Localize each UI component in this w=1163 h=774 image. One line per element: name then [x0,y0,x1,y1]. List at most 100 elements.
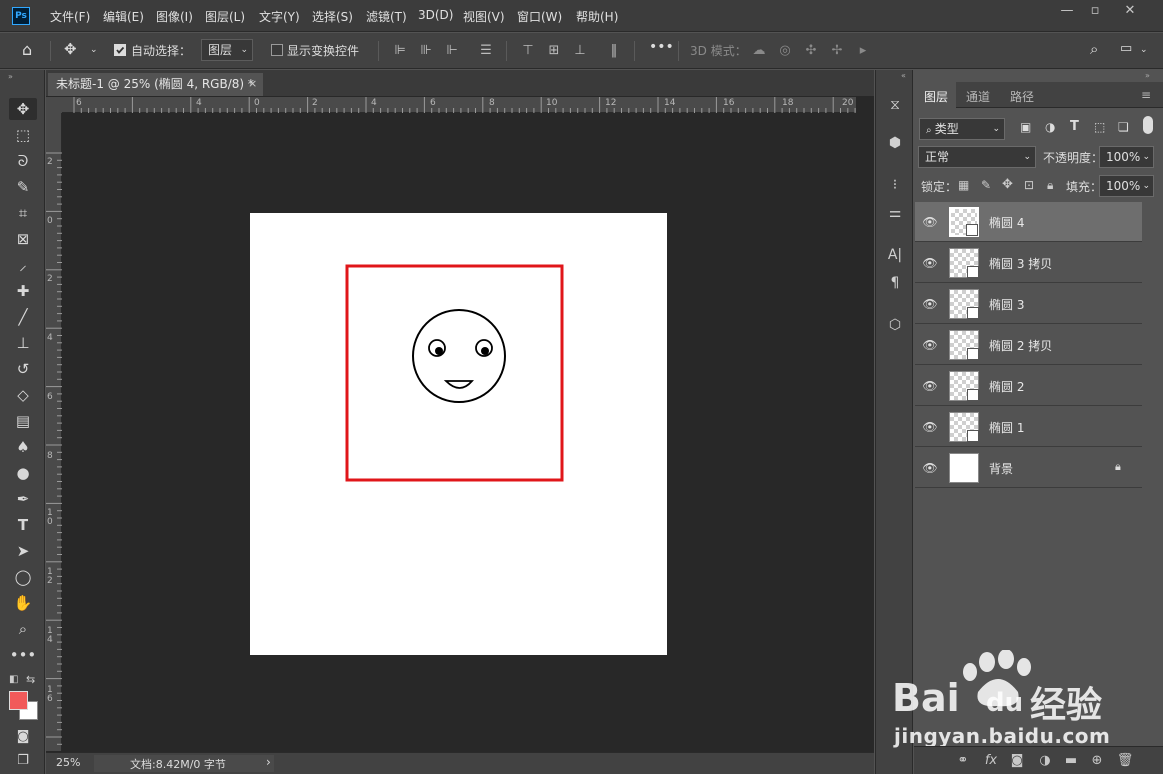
layer-row[interactable]: 👁︎ 椭圆 4 [915,202,1142,242]
menu-type[interactable]: 文字(Y) [259,8,300,25]
tab-channels[interactable]: 通道 [966,88,990,105]
layer-name[interactable]: 椭圆 3 [989,296,1024,313]
3d-orbit-icon[interactable]: ☁ [752,44,766,58]
auto-select-checkbox[interactable] [114,44,126,56]
3d-panel-icon[interactable]: ⬢ [884,132,906,154]
eyedropper-tool-icon[interactable]: ⸝ [9,254,37,276]
fill-input[interactable]: 100% ⌄ [1099,175,1154,197]
layer-name[interactable]: 椭圆 2 拷贝 [989,337,1052,354]
cube-icon[interactable]: ⬡ [884,314,906,336]
move-tool-icon[interactable]: ✥ [64,40,77,58]
filter-type-icon[interactable]: T [1070,119,1079,134]
type-tool-icon[interactable]: T [9,514,37,536]
search-icon[interactable]: ⌕ [1090,40,1098,58]
gradient-tool-icon[interactable]: ▤ [9,410,37,432]
menu-edit[interactable]: 编辑(E) [103,8,144,25]
link-layers-icon[interactable]: ⚭ [954,752,972,770]
3d-roll-icon[interactable]: ◎ [778,44,792,58]
new-group-icon[interactable]: ▬ [1062,752,1080,770]
menu-filter[interactable]: 滤镜(T) [366,8,407,25]
close-tab-icon[interactable]: × [248,73,257,95]
ruler-origin[interactable] [46,97,62,113]
blur-tool-icon[interactable]: ♠ [9,436,37,458]
filter-shape-icon[interactable]: ⬚ [1094,120,1105,134]
adjustment-layer-icon[interactable]: ◑ [1036,752,1054,770]
menu-window[interactable]: 窗口(W) [517,8,562,25]
quick-select-tool-icon[interactable]: ✎ [9,176,37,198]
workspace-icon[interactable]: ▭ [1120,41,1132,56]
3d-scale-icon[interactable]: ▸ [856,44,870,58]
collapse-icon[interactable]: « [901,71,906,80]
healing-brush-tool-icon[interactable]: ✚ [9,280,37,302]
distribute-icon[interactable]: ☰ [479,44,493,58]
visibility-eye-icon[interactable]: 👁︎ [922,460,938,476]
more-tools-icon[interactable]: ••• [9,644,37,666]
align-right-icon[interactable]: ⊩ [445,44,459,58]
delete-layer-icon[interactable]: 🗑︎ [1116,752,1134,770]
visibility-eye-icon[interactable]: 👁︎ [922,419,938,435]
layer-row[interactable]: 👁︎ 椭圆 3 [915,284,1142,324]
align-bottom-icon[interactable]: ⊥ [573,44,587,58]
zoom-tool-icon[interactable]: ⌕ [9,618,37,640]
chevron-down-icon[interactable]: ⌄ [1140,45,1148,55]
layer-row[interactable]: 👁︎ 背景 🔒︎ [915,448,1142,488]
lock-position-icon[interactable]: ✥ [1002,177,1013,192]
eraser-tool-icon[interactable]: ◇ [9,384,37,406]
hand-tool-icon[interactable]: ✋ [9,592,37,614]
default-colors-icon[interactable]: ◧ [9,674,18,685]
chevron-down-icon[interactable]: ⌄ [90,45,98,55]
filter-adjustment-icon[interactable]: ◑ [1045,120,1055,134]
stamp-tool-icon[interactable]: ⊥ [9,332,37,354]
menu-view[interactable]: 视图(V) [463,8,505,25]
layer-row[interactable]: 👁︎ 椭圆 3 拷贝 [915,243,1142,283]
align-left-icon[interactable]: ⊫ [393,44,407,58]
ellipse-tool-icon[interactable]: ◯ [9,566,37,588]
new-layer-icon[interactable]: ⊕ [1088,752,1106,770]
lock-pixels-icon[interactable]: ✎ [981,178,991,192]
layer-name[interactable]: 椭圆 4 [989,214,1024,231]
collapse-icon[interactable]: » [8,72,13,81]
crop-tool-icon[interactable]: ⌗ [9,202,37,224]
visibility-eye-icon[interactable]: 👁︎ [922,337,938,353]
visibility-eye-icon[interactable]: 👁︎ [922,296,938,312]
filter-pixel-icon[interactable]: ▣ [1020,120,1031,134]
brush-tool-icon[interactable]: ╱ [9,306,37,328]
visibility-eye-icon[interactable]: 👁︎ [922,255,938,271]
menu-file[interactable]: 文件(F) [50,8,90,25]
panel-menu-icon[interactable]: ≡ [1141,88,1151,102]
menu-select[interactable]: 选择(S) [312,8,353,25]
filter-smart-object-icon[interactable]: ❏ [1118,120,1129,134]
show-transform-checkbox[interactable] [271,44,283,56]
lock-all-icon[interactable]: 🔒︎ [1047,178,1053,193]
dodge-tool-icon[interactable]: ● [9,462,37,484]
visibility-eye-icon[interactable]: 👁︎ [922,378,938,394]
3d-slide-icon[interactable]: ✢ [830,44,844,58]
brush-settings-icon[interactable]: ⁝ [884,174,906,196]
marquee-tool-icon[interactable]: ⬚ [9,124,37,146]
layer-row[interactable]: 👁︎ 椭圆 2 [915,366,1142,406]
status-menu-arrow[interactable]: › [266,755,271,769]
auto-select-dropdown[interactable]: 图层 ⌄ [201,39,253,61]
pen-tool-icon[interactable]: ✒ [9,488,37,510]
filter-toggle[interactable] [1143,116,1153,134]
lasso-tool-icon[interactable]: ᘐ [9,150,37,172]
layer-name[interactable]: 背景 [989,460,1013,477]
zoom-level[interactable]: 25% [56,756,80,769]
menu-help[interactable]: 帮助(H) [576,8,618,25]
layer-row[interactable]: 👁︎ 椭圆 2 拷贝 [915,325,1142,365]
frame-tool-icon[interactable]: ⊠ [9,228,37,250]
minimize-icon[interactable]: — [1055,3,1079,19]
path-select-tool-icon[interactable]: ➤ [9,540,37,562]
layer-name[interactable]: 椭圆 2 [989,378,1024,395]
tab-paths[interactable]: 路径 [1010,88,1034,105]
menu-layer[interactable]: 图层(L) [205,8,245,25]
distribute-vertical-icon[interactable]: ‖ [607,44,621,58]
align-vcenter-icon[interactable]: ⊞ [547,44,561,58]
paragraph-panel-icon[interactable]: ¶ [884,272,906,294]
layer-name[interactable]: 椭圆 1 [989,419,1024,436]
lock-artboard-icon[interactable]: ⊡ [1024,178,1034,192]
move-tool-icon[interactable]: ✥ [9,98,37,120]
menu-3d[interactable]: 3D(D) [418,8,453,22]
character-panel-icon[interactable]: A| [884,244,906,266]
add-mask-icon[interactable]: ◙ [1008,752,1026,770]
